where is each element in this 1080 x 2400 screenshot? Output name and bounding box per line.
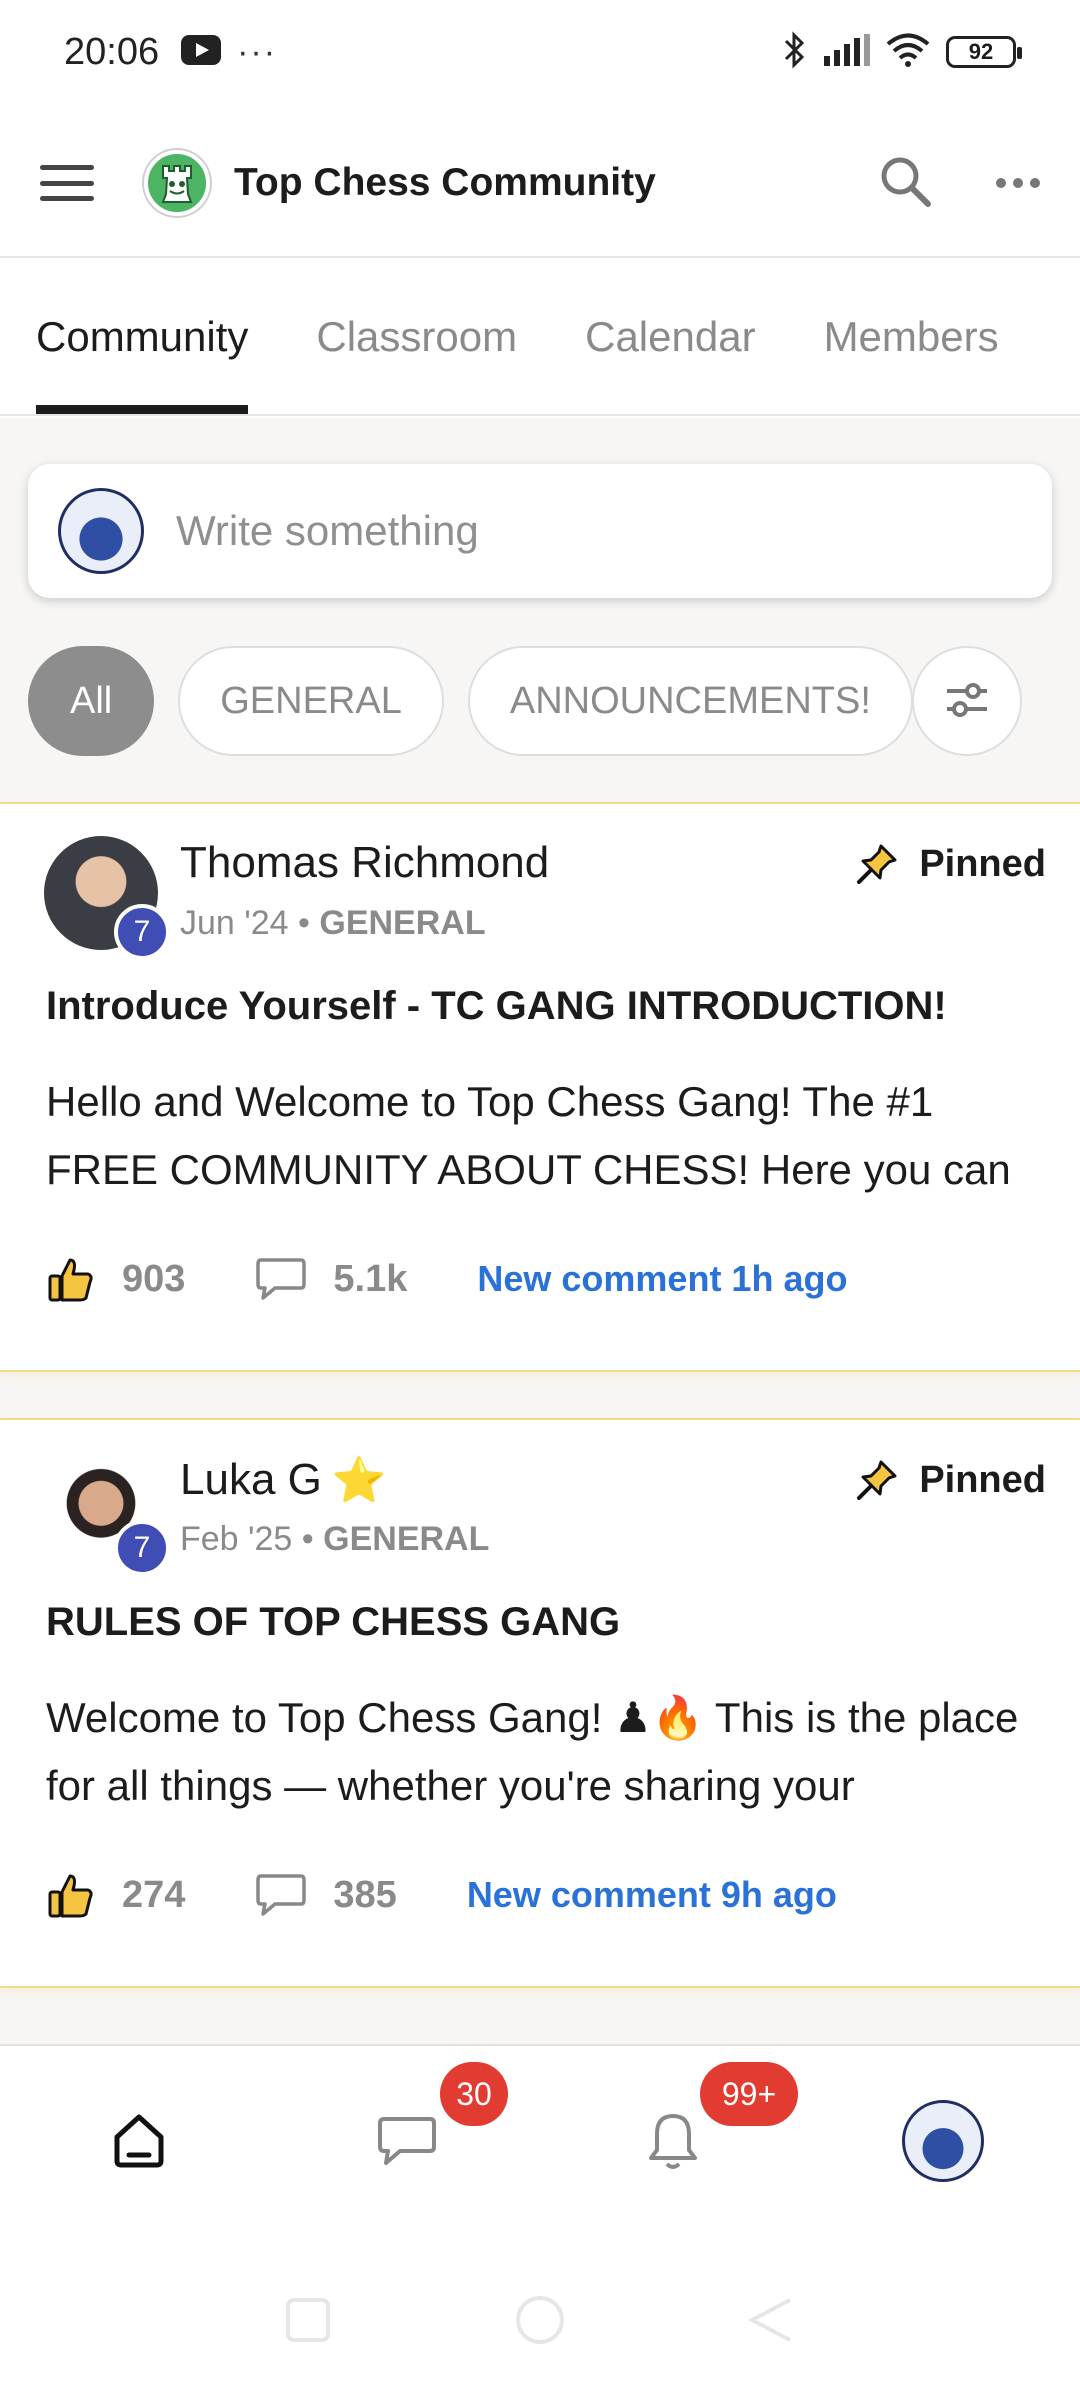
- menu-icon[interactable]: [40, 165, 94, 201]
- community-title: Top Chess Community: [234, 161, 656, 204]
- new-comment-link[interactable]: New comment 1h ago: [477, 1258, 847, 1300]
- write-post-placeholder[interactable]: Write something: [176, 507, 479, 555]
- system-nav-icons: [286, 2296, 791, 2344]
- post-category: GENERAL: [319, 904, 486, 942]
- tab-classroom[interactable]: Classroom: [316, 260, 517, 414]
- status-more-dots: ···: [237, 32, 278, 71]
- post-card[interactable]: 7 Luka G ⭐ Feb '25 • GENERAL Pinned RULE…: [0, 1418, 1080, 1988]
- filter-chip-announcements[interactable]: ANNOUNCEMENTS!: [467, 646, 913, 756]
- user-avatar: [58, 488, 144, 574]
- post-actions: 903 5.1k New comment 1h ago: [46, 1254, 847, 1304]
- filter-chip-all[interactable]: All: [28, 646, 155, 756]
- chat-icon: [378, 2117, 436, 2165]
- profile-avatar: [902, 2100, 984, 2182]
- pinned-label: Pinned: [919, 842, 1046, 885]
- comment-icon: [256, 1258, 307, 1300]
- post-body[interactable]: Hello and Welcome to Top Chess Gang! The…: [46, 1068, 1046, 1204]
- level-badge: 7: [114, 1520, 170, 1576]
- system-navigation-bar: [0, 2264, 1080, 2400]
- post-title[interactable]: Introduce Yourself - TC GANG INTRODUCTIO…: [46, 984, 947, 1029]
- post-body[interactable]: Welcome to Top Chess Gang! ♟🔥 This is th…: [46, 1684, 1046, 1820]
- pinned-label: Pinned: [919, 1458, 1046, 1501]
- search-icon[interactable]: [878, 154, 932, 213]
- star-emoji: ⭐: [331, 1456, 387, 1505]
- author-name-text: Thomas Richmond: [180, 838, 550, 887]
- section-tabs: Community Classroom Calendar Members: [0, 260, 1080, 416]
- bell-icon: [649, 2114, 697, 2169]
- battery-indicator: 92: [946, 36, 1022, 68]
- tab-calendar[interactable]: Calendar: [585, 260, 755, 414]
- like-icon[interactable]: [46, 1870, 96, 1920]
- comment-count: 5.1k: [333, 1257, 408, 1300]
- wifi-icon: [886, 33, 930, 72]
- post-date: Jun '24: [180, 904, 289, 942]
- notifications-badge: 99+: [700, 2062, 798, 2126]
- youtube-icon: [181, 34, 222, 70]
- like-count: 274: [122, 1873, 186, 1916]
- author-name[interactable]: Luka G ⭐: [180, 1454, 387, 1506]
- level-badge: 7: [114, 904, 170, 960]
- more-options-icon[interactable]: [996, 178, 1040, 188]
- tab-community[interactable]: Community: [36, 260, 249, 414]
- pin-icon: [857, 844, 897, 884]
- comment-count: 385: [333, 1873, 397, 1916]
- post-meta: Feb '25 • GENERAL: [180, 1520, 490, 1558]
- comment-button[interactable]: 5.1k: [255, 1256, 407, 1302]
- sliders-icon: [947, 683, 987, 717]
- author-name-text: Luka G: [180, 1455, 322, 1504]
- post-meta: Jun '24 • GENERAL: [180, 904, 486, 942]
- comment-icon: [256, 1874, 307, 1916]
- status-time: 20:06: [64, 30, 160, 73]
- author-name[interactable]: Thomas Richmond: [180, 838, 549, 888]
- like-icon[interactable]: [46, 1254, 96, 1304]
- new-comment-link[interactable]: New comment 9h ago: [467, 1874, 837, 1916]
- post-title[interactable]: RULES OF TOP CHESS GANG: [46, 1600, 620, 1645]
- nav-home[interactable]: [94, 2096, 184, 2186]
- signal-icon: [824, 33, 870, 71]
- pinned-indicator: Pinned: [855, 842, 1046, 886]
- bluetooth-icon: [782, 30, 808, 75]
- post-card[interactable]: 7 Thomas Richmond Jun '24 • GENERAL Pinn…: [0, 802, 1080, 1372]
- comment-button[interactable]: 385: [255, 1872, 397, 1918]
- filter-chip-general[interactable]: GENERAL: [178, 646, 444, 756]
- home-icon: [114, 2114, 164, 2168]
- nav-profile[interactable]: [898, 2096, 988, 2186]
- post-date: Feb '25: [180, 1520, 293, 1558]
- post-category: GENERAL: [323, 1520, 490, 1558]
- pin-icon: [857, 1460, 897, 1500]
- post-actions: 274 385 New comment 9h ago: [46, 1870, 837, 1920]
- pinned-indicator: Pinned: [855, 1458, 1046, 1502]
- like-count: 903: [122, 1257, 186, 1300]
- nav-chat[interactable]: [362, 2096, 452, 2186]
- status-bar: 20:06 ··· 92: [0, 0, 1080, 104]
- bottom-navigation: 30 99+: [0, 2044, 1080, 2264]
- write-post-box[interactable]: Write something: [28, 464, 1052, 598]
- community-logo: [144, 150, 210, 216]
- filter-settings-button[interactable]: [912, 646, 1022, 756]
- chat-badge: 30: [440, 2062, 508, 2126]
- tab-members[interactable]: Members: [824, 260, 999, 414]
- app-header: Top Chess Community: [0, 110, 1080, 258]
